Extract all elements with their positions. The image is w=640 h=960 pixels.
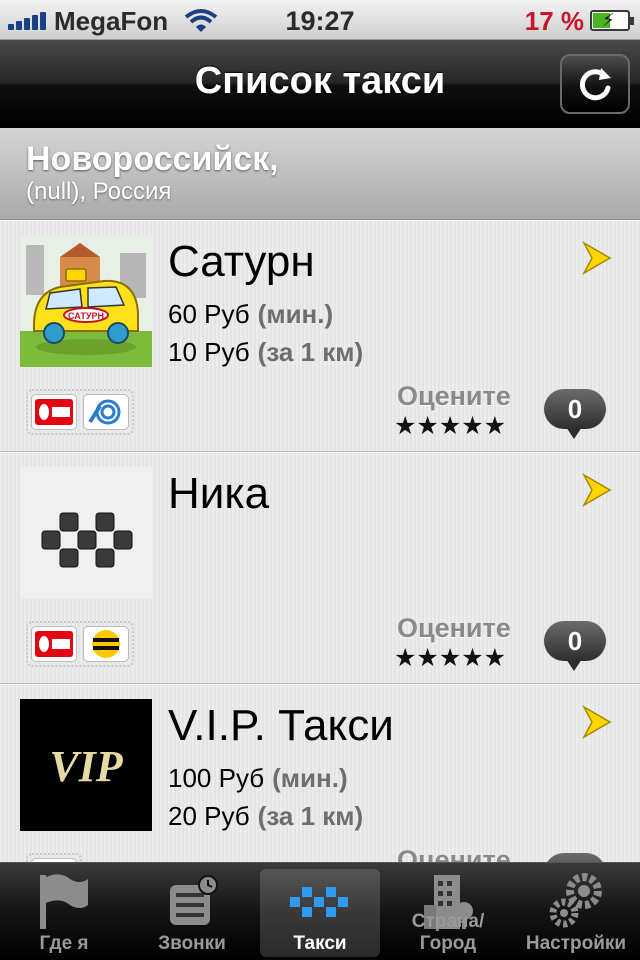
tab-settings[interactable]: Настройки (512, 863, 640, 960)
navigation-bar: Список такси (0, 40, 640, 128)
rate-label[interactable]: Оцените (397, 613, 511, 644)
reviews-count-bubble[interactable]: 0 (544, 389, 606, 439)
mts-icon (31, 394, 77, 430)
taxi-logo-vip: VIP (20, 699, 152, 831)
taxi-row-nika[interactable]: Ника Оцените ★★★★★ 0 (0, 452, 640, 684)
tab-label: Страна/Город (411, 911, 485, 954)
taxi-row-saturn[interactable]: САТУРН Сатурн 60 Руб (мин.) 10 Руб (за 1 к… (0, 220, 640, 452)
taxi-name: Сатурн (168, 237, 315, 286)
min-price: 60 Руб (мин.) (168, 299, 333, 330)
km-price: 10 Руб (за 1 км) (168, 337, 363, 368)
min-price-value: 60 Руб (168, 299, 250, 329)
beeline-icon (83, 626, 129, 662)
km-price: 20 Руб (за 1 км) (168, 801, 363, 832)
taxi-name: Ника (168, 469, 270, 518)
rate-label[interactable]: Оцените (397, 381, 511, 412)
gears-icon (549, 873, 602, 928)
chevron-right-icon[interactable] (580, 473, 614, 507)
rate-label[interactable]: Оцените (397, 845, 511, 862)
tab-country-city[interactable]: Страна/Город (384, 863, 512, 960)
taxi-checker-icon (290, 887, 348, 917)
battery-icon: ⚡ (590, 10, 634, 31)
status-bar: MegaFon 19:27 17 % ⚡ (0, 0, 640, 40)
chevron-right-icon[interactable] (580, 241, 614, 275)
taxi-name: V.I.P. Такси (168, 701, 394, 750)
vip-logo-text: VIP (49, 742, 123, 791)
battery-percent: 17 % (524, 6, 584, 36)
saturn-logo-text: САТУРН (68, 311, 104, 321)
km-price-value: 20 Руб (168, 801, 250, 831)
flag-icon (40, 874, 88, 929)
calls-icon (170, 875, 218, 925)
tab-label: Где я (39, 933, 89, 954)
reviews-count-bubble[interactable]: 0 (544, 621, 606, 671)
tab-label: Звонки (158, 933, 226, 954)
refresh-icon (579, 68, 611, 101)
rating-stars[interactable]: ★★★★★ (394, 643, 506, 673)
taxi-logo-saturn: САТУРН (20, 235, 152, 367)
km-price-unit: (за 1 км) (257, 801, 364, 831)
tab-label: Такси (293, 933, 347, 954)
min-price-unit: (мин.) (272, 763, 348, 793)
chevron-right-icon[interactable] (580, 705, 614, 739)
refresh-button[interactable] (560, 54, 630, 114)
tab-bar: Где я Звонки Такси Страна/Город Настройк… (0, 862, 640, 960)
km-price-unit: (за 1 км) (257, 337, 364, 367)
min-price: 100 Руб (мин.) (168, 763, 348, 794)
reviews-count-bubble[interactable]: 0 (544, 853, 606, 862)
tab-where-am-i[interactable]: Где я (0, 863, 128, 960)
taxi-list[interactable]: САТУРН Сатурн 60 Руб (мин.) 10 Руб (за 1 к… (0, 220, 640, 862)
city-region: (null), Россия (26, 178, 172, 205)
payment-methods (26, 621, 134, 667)
city-header: Новороссийск, (null), Россия (0, 128, 640, 220)
mts-icon (31, 626, 77, 662)
city-name: Новороссийск, (26, 140, 279, 178)
payment-methods (26, 853, 82, 862)
min-price-unit: (мин.) (257, 299, 334, 329)
tab-taxi[interactable]: Такси (256, 863, 384, 960)
tab-calls[interactable]: Звонки (128, 863, 256, 960)
payment-methods (26, 389, 134, 435)
taxi-row-vip[interactable]: VIP V.I.P. Такси 100 Руб (мин.) 20 Руб (за… (0, 684, 640, 862)
megafon-icon (83, 394, 129, 430)
taxi-logo-nika (20, 467, 152, 599)
tab-label: Настройки (525, 933, 627, 954)
km-price-value: 10 Руб (168, 337, 250, 367)
rating-stars[interactable]: ★★★★★ (394, 411, 506, 441)
page-title: Список такси (194, 60, 446, 102)
min-price-value: 100 Руб (168, 763, 265, 793)
